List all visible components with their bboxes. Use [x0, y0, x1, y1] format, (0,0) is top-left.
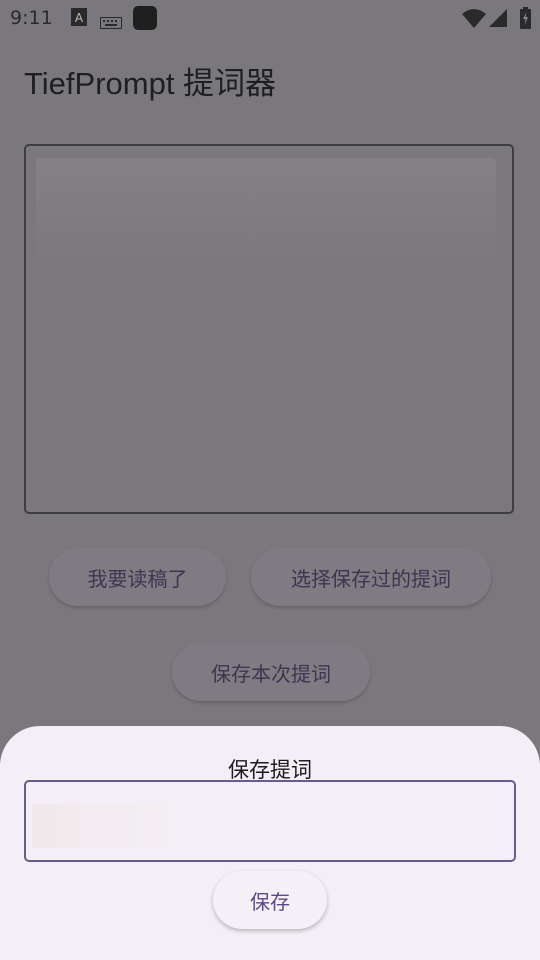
app-title: TiefPrompt 提词器 [24, 66, 277, 101]
choose-saved-prompt-button[interactable]: 选择保存过的提词 [251, 548, 491, 606]
keyboard-icon [100, 12, 122, 34]
wifi-icon [462, 8, 486, 33]
prompt-name-input[interactable] [24, 780, 516, 862]
save-prompt-sheet: 保存提词 保存 [0, 726, 540, 960]
status-time: 9:11 [10, 7, 53, 29]
font-a-icon: A [71, 8, 87, 31]
save-current-prompt-button[interactable]: 保存本次提词 [172, 643, 370, 701]
prompt-text-area[interactable] [24, 144, 514, 514]
status-bar: 9:11 A [0, 0, 540, 36]
save-button[interactable]: 保存 [213, 871, 327, 929]
battery-charging-icon [520, 7, 531, 34]
text-area-content [36, 158, 496, 268]
app-square-icon [133, 6, 157, 35]
read-script-button[interactable]: 我要读稿了 [49, 548, 226, 606]
svg-text:A: A [75, 11, 84, 25]
input-text-content [32, 804, 174, 848]
signal-icon [489, 9, 507, 32]
